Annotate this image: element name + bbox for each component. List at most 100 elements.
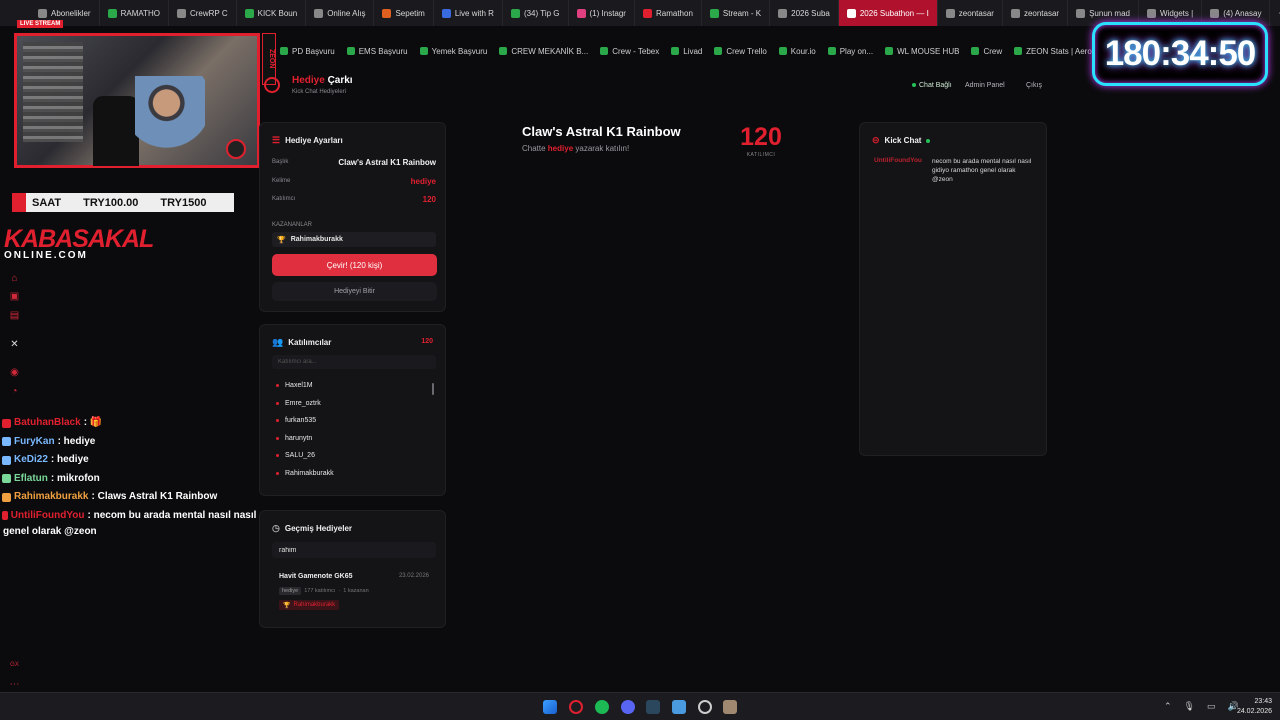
tab-favicon-icon [382, 8, 392, 18]
social-icon-4: ◉ [10, 367, 19, 378]
bookmark-icon [714, 47, 723, 55]
chevron-up-icon[interactable]: ⌃ [1164, 701, 1172, 712]
bookmark-item[interactable]: PD Başvuru [280, 47, 335, 56]
bookmark-item[interactable]: EMS Başvuru [346, 47, 408, 56]
chat-message: : 🎁 [83, 417, 103, 428]
system-tray[interactable]: ⌃ 🎙 ▭ 🔊 [1164, 701, 1239, 712]
browser-tab[interactable]: Live with R [434, 0, 503, 26]
chat-username: UntiliFoundYou [10, 509, 85, 521]
nav-logout[interactable]: Çıkış [1026, 82, 1042, 89]
participant-big-count: 120 [740, 123, 782, 151]
app-logo-icon [264, 77, 280, 93]
obs-icon[interactable] [698, 700, 712, 714]
bookmark-label: Crew [983, 46, 1003, 56]
bookmark-item[interactable]: Kour.io [778, 47, 816, 56]
past-gifts-search-input[interactable] [272, 542, 436, 558]
discord-icon[interactable] [621, 700, 635, 714]
participant-list[interactable]: Haxel1M Emre_oztrk furkan535 harunytn SALU_2… [276, 377, 426, 482]
opera-gx-icon[interactable] [569, 700, 583, 714]
spotify-icon[interactable] [595, 700, 609, 714]
steam-icon[interactable] [646, 700, 660, 714]
past-gift-meta: hediye 177 katılımcı · 1 kazanan [279, 587, 369, 595]
app-title: Hediye Çarkı [292, 75, 353, 86]
bookmark-item[interactable]: Livad [671, 47, 702, 56]
bookmark-item[interactable]: WL MOUSE HUB [885, 47, 959, 56]
bookmark-icon [600, 47, 609, 55]
social-icon-2: ▣ [9, 291, 20, 302]
price-1: TRY100.00 [83, 196, 139, 209]
price-bar: SAAT TRY100.00 TRY1500 [12, 193, 234, 212]
new-tab-button[interactable]: + [1270, 6, 1280, 20]
setting-label: Katılımcı [272, 196, 296, 202]
tab-label: Ramathon [655, 8, 693, 18]
trophy-icon: 🏆 [277, 236, 286, 244]
webcam-logo-icon [226, 139, 246, 159]
chat-message: : hediye [57, 435, 96, 447]
app-icon[interactable] [672, 700, 686, 714]
browser-tab[interactable]: Sepetim [374, 0, 434, 26]
spin-button[interactable]: Çevir! (120 kişi) [272, 254, 437, 276]
participant-item[interactable]: Haxel1M [276, 377, 426, 395]
browser-tab[interactable]: CrewRP C [169, 0, 237, 26]
bookmark-item[interactable]: Play on... [827, 47, 873, 56]
browser-tab[interactable]: (34) Tip G [503, 0, 569, 26]
participant-item[interactable]: harunytn [276, 430, 426, 448]
participant-search-input[interactable] [272, 355, 436, 369]
nav-admin-panel[interactable]: Admin Panel [965, 82, 1005, 89]
bookmark-item[interactable]: Yemek Başvuru [419, 47, 487, 56]
browser-tab[interactable]: Online Alış [306, 0, 375, 26]
chat-message: : hediye [50, 454, 89, 465]
network-icon[interactable]: ▭ [1207, 701, 1216, 712]
past-gift-item[interactable]: Havit Gamenote GK65 23.02.2026 hediye 17… [272, 567, 436, 619]
browser-tab[interactable]: RAMATHO [100, 0, 169, 26]
bookmark-item[interactable]: CREW MEKANİK B... [499, 47, 588, 56]
tab-label: Widgets | [1160, 8, 1194, 18]
setting-value: hediye [410, 176, 436, 186]
browser-tab[interactable]: Stream - K [702, 0, 771, 26]
clock-time: 23:43 [1254, 698, 1272, 705]
bookmark-icon [778, 47, 787, 55]
browser-tab[interactable]: (1) Instagr [569, 0, 635, 26]
browser-tab[interactable]: zeontasar [1003, 0, 1069, 26]
bookmark-item[interactable]: ZEON Stats | Aero... [1014, 47, 1098, 56]
participant-big-count-label: KATILIMCI [746, 152, 776, 158]
app-title-accent: Hediye [292, 75, 325, 86]
nav-chat-status[interactable]: Chat Bağlı [912, 82, 952, 89]
price-2: TRY1500 [160, 196, 207, 209]
end-giveaway-button[interactable]: Hediyeyi Bitir [272, 282, 437, 301]
brand-big: KABASAKAL [4, 225, 154, 253]
webcam-shelf [23, 42, 83, 142]
participant-item[interactable]: Emre_oztrk [276, 395, 426, 413]
taskbar-clock[interactable]: 23:43 24.02.2026 [1230, 697, 1272, 717]
bookmark-item[interactable]: Crew [971, 47, 1002, 56]
mic-icon[interactable]: 🎙 [1184, 701, 1195, 712]
participant-item[interactable]: furkan535 [276, 412, 426, 430]
bookmark-item[interactable]: Crew Trello [714, 47, 767, 56]
webcam-feed: LIVE STREAM [14, 20, 260, 168]
participant-list-scrollbar[interactable] [432, 383, 434, 395]
browser-tab[interactable]: 2026 Subathon — I [838, 0, 938, 26]
start-button-icon[interactable] [543, 700, 557, 714]
history-icon: ◷ [272, 523, 280, 533]
setting-label: Başlık [272, 159, 289, 165]
participant-item[interactable]: SALU_26 [276, 447, 426, 465]
past-gift-winner-name: Rahimakburakk [293, 602, 336, 608]
browser-tab[interactable]: zeontasar [938, 0, 1003, 26]
trophy-icon: 🏆 [283, 602, 291, 609]
bookmark-icon [671, 47, 680, 55]
browser-tab[interactable]: KICK Boun [237, 0, 307, 26]
more-icon: ⋯ [9, 679, 20, 690]
winners-label: KAZANANLAR [272, 222, 313, 228]
tab-favicon-icon [314, 8, 324, 18]
bookmark-item[interactable]: Crew - Tebex [600, 47, 659, 56]
webcam-person [135, 76, 205, 166]
participant-item[interactable]: Rahimakburakk [276, 465, 426, 483]
browser-tab[interactable]: 2026 Suba [770, 0, 839, 26]
saat-label: SAAT [32, 196, 62, 209]
game-icon[interactable] [723, 700, 737, 714]
past-gift-name: Havit Gamenote GK65 [279, 573, 353, 580]
browser-tab[interactable]: Ramathon [635, 0, 702, 26]
bookmark-icon [827, 47, 836, 55]
bookmark-icon [1014, 47, 1023, 55]
participant-name: furkan535 [285, 417, 317, 425]
